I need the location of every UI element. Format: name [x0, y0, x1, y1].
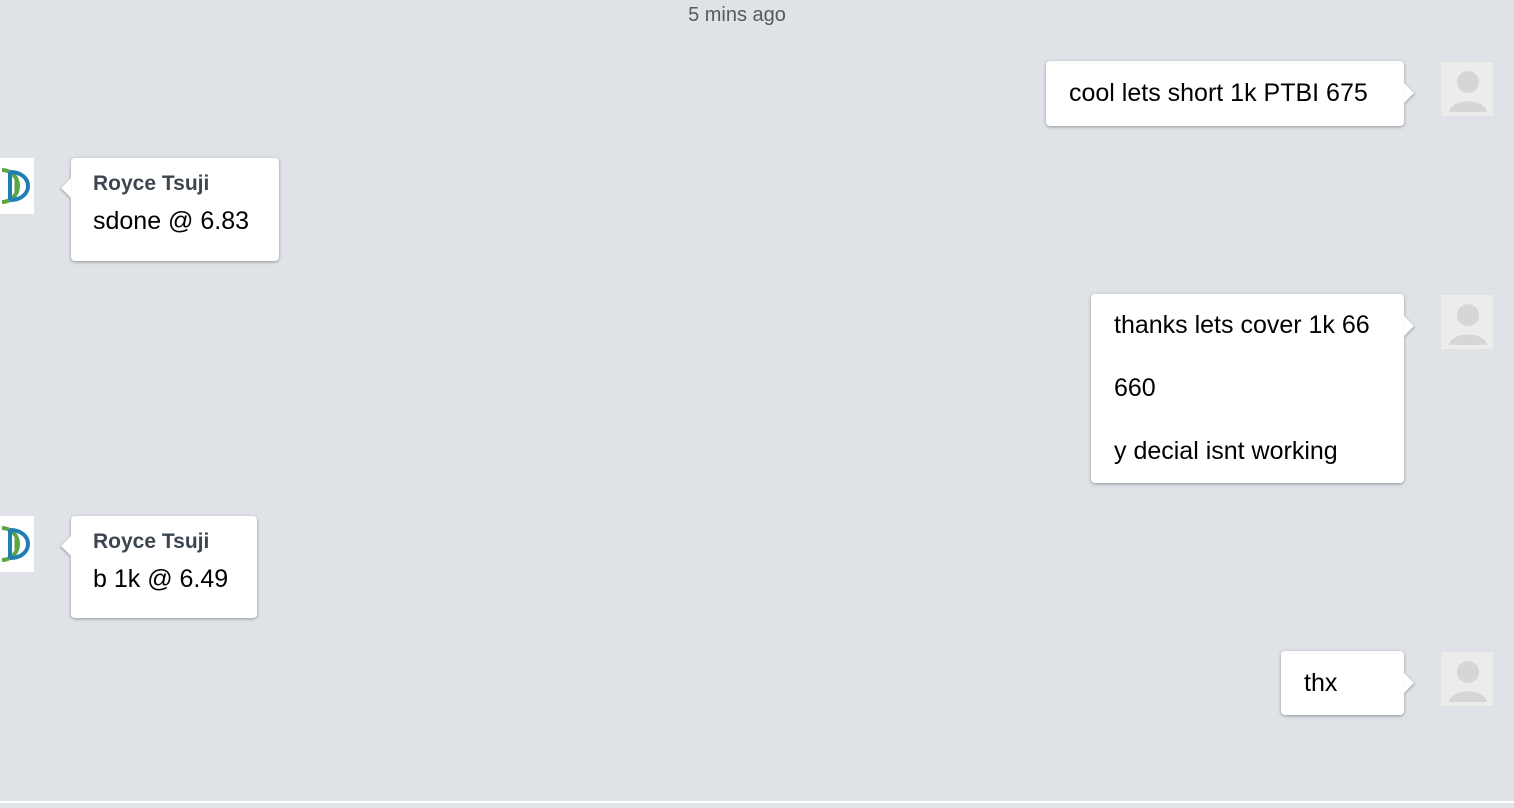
message-text: thx [1304, 669, 1338, 697]
message-text: y decial isnt working [1114, 437, 1338, 465]
company-logo-icon [1, 526, 30, 562]
my-message-bubble: thanks lets cover 1k 66 660 y decial isn… [1091, 294, 1404, 483]
received-message-bubble: Royce Tsuji sdone @ 6.83 [71, 158, 279, 261]
my-avatar [1440, 294, 1494, 350]
company-logo-icon [1, 168, 30, 204]
my-avatar [1440, 61, 1494, 117]
divider [0, 801, 1514, 803]
chat-thread: 5 mins ago cool lets short 1k PTBI 675 R… [0, 0, 1514, 808]
royce-avatar [0, 158, 34, 214]
royce-avatar [0, 516, 34, 572]
message-timestamp: 5 mins ago [688, 4, 786, 26]
default-user-silhouette-icon [1449, 71, 1487, 112]
default-user-silhouette-icon [1449, 304, 1487, 345]
default-user-silhouette-icon [1449, 661, 1487, 702]
message-text: cool lets short 1k PTBI 675 [1069, 79, 1368, 107]
my-message-bubble: thx [1281, 651, 1404, 715]
message-text: sdone @ 6.83 [93, 207, 250, 235]
message-text: 660 [1114, 374, 1156, 402]
my-message-bubble: cool lets short 1k PTBI 675 [1046, 61, 1404, 126]
received-message-bubble: Royce Tsuji b 1k @ 6.49 [71, 516, 257, 618]
sender-name: Royce Tsuji [93, 172, 210, 195]
message-text: b 1k @ 6.49 [93, 565, 229, 593]
message-text: thanks lets cover 1k 66 [1114, 311, 1370, 339]
sender-name: Royce Tsuji [93, 530, 210, 553]
my-avatar [1440, 651, 1494, 707]
